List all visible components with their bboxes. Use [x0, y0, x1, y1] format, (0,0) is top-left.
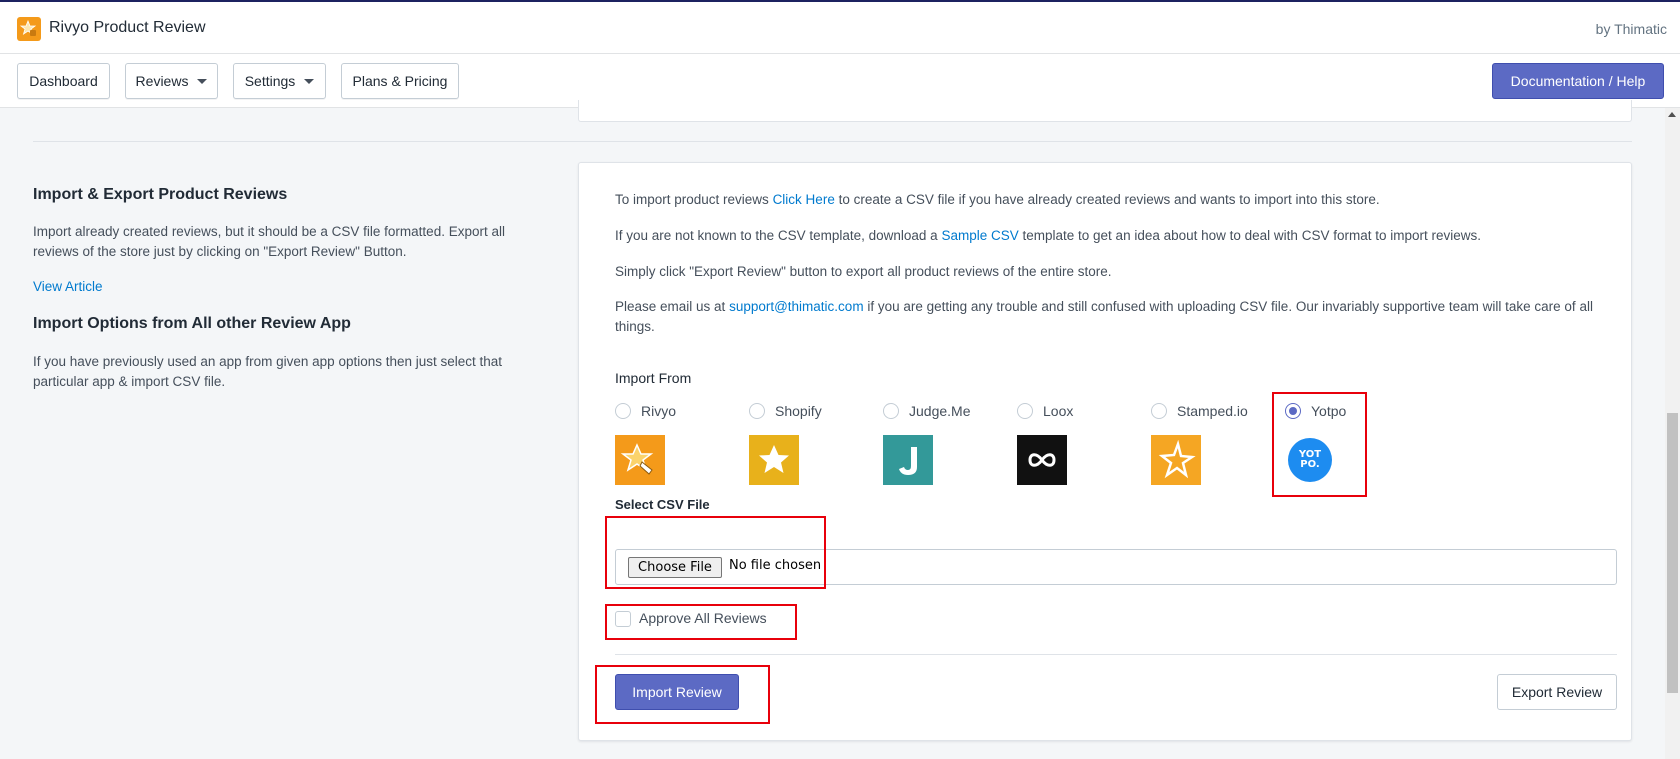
- select-csv-label: Select CSV File: [615, 497, 710, 512]
- intro-text-rest: to create a CSV file if you have already…: [834, 192, 1380, 207]
- star-icon[interactable]: [749, 435, 799, 485]
- click-here-link[interactable]: Click Here: [773, 192, 835, 207]
- template-text-rest: template to get an idea about how to dea…: [1018, 228, 1482, 243]
- radio-loox[interactable]: [1017, 403, 1033, 419]
- import-from-label: Import From: [615, 370, 692, 386]
- support-paragraph: Please email us at support@thimatic.com …: [615, 297, 1615, 337]
- intro-text: To import product reviews: [615, 192, 773, 207]
- template-paragraph: If you are not known to the CSV template…: [615, 226, 1615, 246]
- documentation-label: Documentation / Help: [1510, 73, 1646, 89]
- rivyo-icon[interactable]: [615, 435, 665, 485]
- vendor-label: by Thimatic: [1595, 21, 1667, 37]
- support-email-link[interactable]: support@thimatic.com: [729, 299, 864, 314]
- view-article-link[interactable]: View Article: [33, 277, 533, 297]
- section-divider: [33, 141, 1632, 142]
- scrollbar-thumb[interactable]: [1667, 413, 1678, 693]
- import-option-judgeme[interactable]: Judge.Me: [883, 401, 970, 421]
- top-bar: Rivyo Product Review by Thimatic: [0, 0, 1680, 54]
- radio-rivyo[interactable]: [615, 403, 631, 419]
- option-label: Stamped.io: [1177, 403, 1248, 419]
- plans-pricing-button[interactable]: Plans & Pricing: [341, 63, 459, 99]
- option-label: Judge.Me: [909, 403, 971, 419]
- import-option-stamped[interactable]: Stamped.io: [1151, 401, 1248, 421]
- rivyo-logo-icon: [17, 17, 41, 41]
- import-option-loox[interactable]: Loox: [1017, 401, 1073, 421]
- option-label: Loox: [1043, 403, 1074, 419]
- import-option-shopify[interactable]: Shopify: [749, 401, 822, 421]
- option-label: Rivyo: [641, 403, 677, 419]
- settings-dropdown[interactable]: Settings: [233, 63, 326, 99]
- export-review-label: Export Review: [1511, 684, 1603, 700]
- reviews-dropdown[interactable]: Reviews: [125, 63, 218, 99]
- reviews-label: Reviews: [135, 73, 189, 89]
- previous-card: [578, 100, 1632, 122]
- chevron-down-icon: [197, 78, 208, 84]
- sample-csv-link[interactable]: Sample CSV: [941, 228, 1018, 243]
- stamped-star-icon[interactable]: [1151, 435, 1201, 485]
- card-divider: [615, 654, 1617, 655]
- intro-paragraph: To import product reviews Click Here to …: [615, 190, 1615, 210]
- export-paragraph: Simply click "Export Review" button to e…: [615, 264, 1112, 279]
- radio-shopify[interactable]: [749, 403, 765, 419]
- app-title: Rivyo Product Review: [49, 19, 206, 36]
- option-label: Shopify: [775, 403, 822, 419]
- import-export-description: Import already created reviews, but it s…: [33, 224, 505, 259]
- template-text: If you are not known to the CSV template…: [615, 228, 942, 243]
- support-text: Please email us at: [615, 299, 730, 314]
- highlight-box-select-csv: [605, 516, 826, 589]
- highlight-box-import-review: [595, 665, 770, 724]
- plans-label: Plans & Pricing: [352, 73, 448, 89]
- judgeme-icon[interactable]: [883, 435, 933, 485]
- import-options-heading: Import Options from All other Review App: [33, 315, 351, 332]
- export-review-button[interactable]: Export Review: [1497, 674, 1617, 710]
- dashboard-button[interactable]: Dashboard: [17, 63, 110, 99]
- import-export-card: To import product reviews Click Here to …: [578, 162, 1632, 741]
- settings-label: Settings: [244, 73, 296, 89]
- radio-stamped[interactable]: [1151, 403, 1167, 419]
- scroll-up-arrow-icon[interactable]: [1668, 112, 1676, 117]
- infinity-icon[interactable]: [1017, 435, 1067, 485]
- import-option-rivyo[interactable]: Rivyo: [615, 401, 676, 421]
- chevron-down-icon: [304, 78, 315, 84]
- documentation-help-button[interactable]: Documentation / Help: [1492, 63, 1664, 99]
- import-options-description: If you have previously used an app from …: [33, 354, 503, 389]
- highlight-box-yotpo: [1272, 392, 1367, 497]
- dashboard-label: Dashboard: [29, 73, 98, 89]
- radio-judgeme[interactable]: [883, 403, 899, 419]
- highlight-box-approve-all: [605, 604, 797, 640]
- import-export-heading: Import & Export Product Reviews: [33, 186, 288, 203]
